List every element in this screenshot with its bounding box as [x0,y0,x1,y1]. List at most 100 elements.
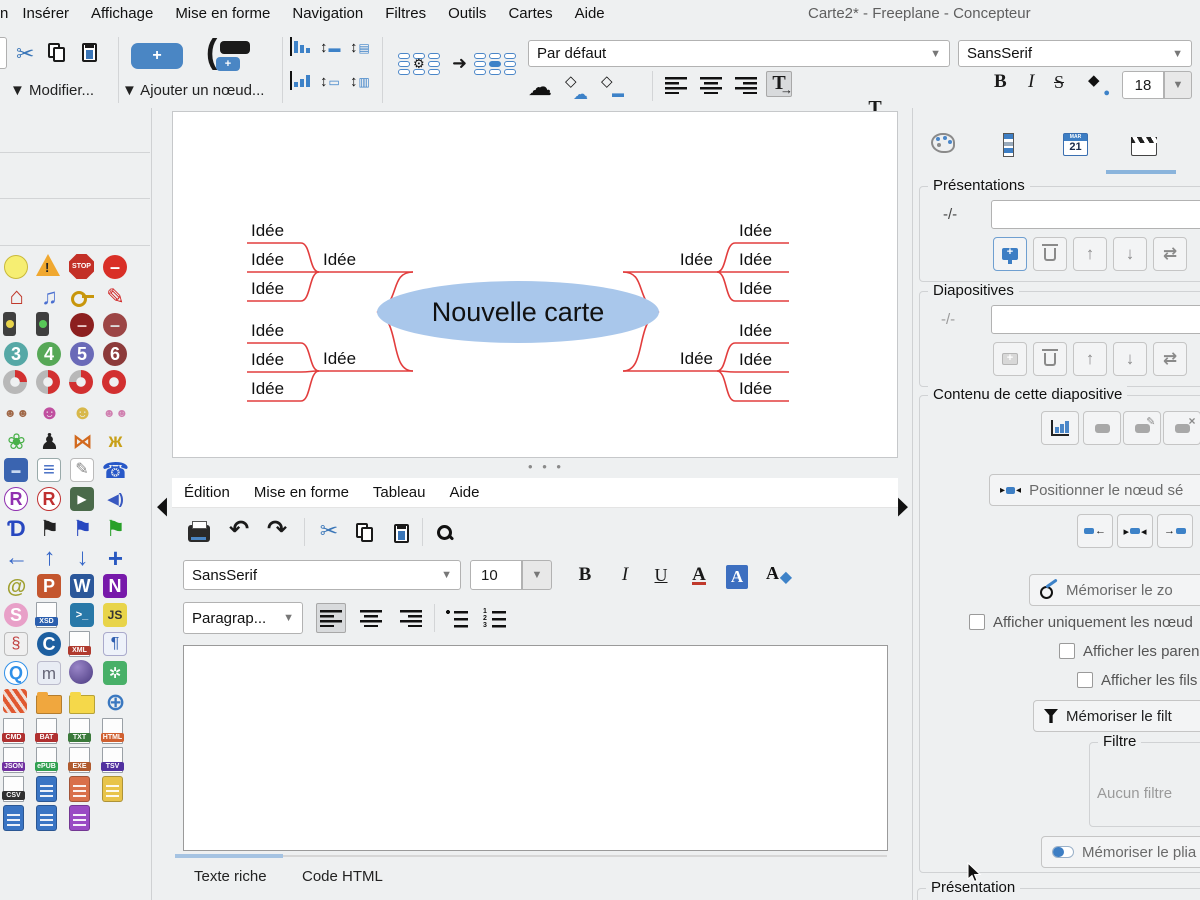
xml-file-icon[interactable]: XML [69,631,90,657]
editor-underline-button[interactable] [646,560,676,590]
tsv-file-icon[interactable]: TSV [102,747,123,773]
nodes-space-down-button[interactable]: ↕▥ [350,73,370,90]
person-blonde-icon[interactable]: ☻ [69,399,96,426]
sass-icon[interactable]: S [4,603,28,627]
impress-doc-icon[interactable] [36,776,57,802]
traffic-yellow-icon[interactable] [3,312,16,336]
eclipse-icon[interactable] [69,660,93,684]
paste-button[interactable] [82,43,97,62]
note-icon[interactable]: ✎ [70,458,94,482]
swap-slide-button[interactable] [1153,342,1187,376]
xsd-file-icon[interactable]: XSD [36,602,57,628]
node-space-down-button[interactable]: ↕▭ [320,73,340,90]
penguin-icon[interactable]: ♟ [36,428,63,455]
bee-icon[interactable]: ж [102,428,129,455]
script-icon[interactable]: § [4,632,28,656]
map-style-combobox[interactable]: Par défaut▼ [528,40,950,67]
csv-file-icon[interactable]: CSV [3,776,24,802]
flower-icon[interactable]: ❀ [3,428,30,455]
d-logo-icon[interactable]: Ɗ [3,515,30,542]
exe-file-icon[interactable]: EXE [69,747,90,773]
node-edit-button[interactable] [1123,411,1161,445]
node-select-button[interactable] [1083,411,1121,445]
editor-menu-edition[interactable]: Édition [172,484,242,501]
add-child-node-button[interactable]: + [131,43,183,69]
editor-bold-button[interactable] [570,560,600,590]
editor-font-combobox[interactable]: SansSerif▼ [183,560,461,590]
key-icon[interactable] [69,283,96,310]
collapse-right-arrow[interactable]: ▶ [898,491,908,521]
cloud-button[interactable] [528,73,552,102]
editor-font-size-dropdown[interactable]: ▼ [522,560,552,590]
video-icon[interactable]: ▶ [70,487,94,511]
delete-presentation-button[interactable] [1033,237,1067,271]
modify-dropdown[interactable]: ▼ Modifier... [10,82,94,99]
presentation-doc-icon[interactable] [69,776,90,802]
script2-icon[interactable]: ¶ [103,632,127,656]
tab-calendar[interactable]: MAR21 [1063,133,1088,156]
italic-button[interactable] [1028,71,1034,93]
plus-icon[interactable]: + [102,544,129,571]
arrow-left-icon[interactable]: ← [3,544,30,571]
no-entry-icon[interactable]: – [103,255,127,279]
minus-gray-icon[interactable]: – [103,313,127,337]
delete-slide-button[interactable] [1033,342,1067,376]
registered-purple-icon[interactable]: R [4,487,28,511]
json-file-icon[interactable]: JSON [3,747,24,773]
increase-chart-button[interactable] [290,71,292,89]
layout-source-button[interactable]: ⚙ [398,53,441,75]
music-icon[interactable]: ♫ [36,283,63,310]
family-icon[interactable]: ☻☻ [3,399,30,426]
show-only-nodes-checkbox[interactable] [969,614,985,630]
m-icon[interactable]: m [37,661,61,685]
menu-item-filtres[interactable]: Filtres [374,5,437,22]
redo-button[interactable] [262,514,292,544]
number-5-icon[interactable]: 5 [70,342,94,366]
font-family-combobox[interactable]: SansSerif▼ [958,40,1192,67]
move-slide-up-button[interactable]: ↑ [1073,342,1107,376]
editor-menu-mise-en-forme[interactable]: Mise en forme [242,484,361,501]
cut-button[interactable] [16,41,34,67]
menu-item-mise-en-forme[interactable]: Mise en forme [164,5,281,22]
minus-darkred-icon[interactable]: – [70,313,94,337]
list-icon[interactable]: ≡ [37,458,61,482]
flag-blue-icon[interactable]: ⚑ [69,515,96,542]
editor-align-left-button[interactable] [316,603,346,633]
menu-item-cartes[interactable]: Cartes [497,5,563,22]
memorize-zoom-button[interactable]: Mémoriser le zo [1029,574,1200,606]
menu-item-inserer[interactable]: Insérer [11,5,80,22]
arrow-down-icon[interactable]: ↓ [69,544,96,571]
bold-button[interactable] [994,71,1007,93]
font-size-input[interactable]: 18 [1122,71,1164,99]
add-node-dropdown[interactable]: ▼ Ajouter un nœud... [122,82,264,99]
pencil-red-icon[interactable]: ✎ [102,283,129,310]
swap-presentation-button[interactable] [1153,237,1187,271]
tab-styles[interactable] [1003,133,1014,157]
full-icon[interactable] [102,370,126,394]
phone-icon[interactable]: ☎ [102,457,129,484]
cmd-file-icon[interactable]: CMD [3,718,24,744]
undo-button[interactable] [224,514,254,544]
number-6-icon[interactable]: 6 [103,342,127,366]
remove-format-button[interactable] [764,560,794,590]
writer-doc-icon[interactable] [3,805,24,831]
butterfly-icon[interactable]: ⋈ [69,428,96,455]
speaker-icon[interactable]: ◀) [102,486,129,513]
person-magenta-icon[interactable]: ☻ [36,399,63,426]
format-copy-button[interactable]: T→ [766,71,792,97]
nodes-space-up-button[interactable]: ↕▤ [350,39,370,56]
editor-copy-button[interactable] [350,518,380,548]
warning-icon[interactable]: ! [36,254,60,276]
node-color-button[interactable] [1086,73,1110,97]
node-gap-left-button[interactable]: ← [1077,514,1113,548]
briefcase-icon[interactable]: ▬ [4,458,28,482]
menu-item-partial[interactable]: n [0,5,11,22]
tab-texte-riche[interactable]: Texte riche [194,868,267,885]
writer-doc2-icon[interactable] [36,805,57,831]
html-file-icon[interactable]: HTML [102,718,123,744]
quarter-icon[interactable] [3,370,27,394]
node-space-up-button[interactable]: ↕▬ [320,39,341,56]
map-canvas[interactable]: IdéeIdéeIdéeIdéeIdéeIdéeIdéeIdéeIdéeIdée… [172,111,898,458]
edge-style-button[interactable] [562,75,588,99]
align-right-button[interactable] [735,76,757,94]
